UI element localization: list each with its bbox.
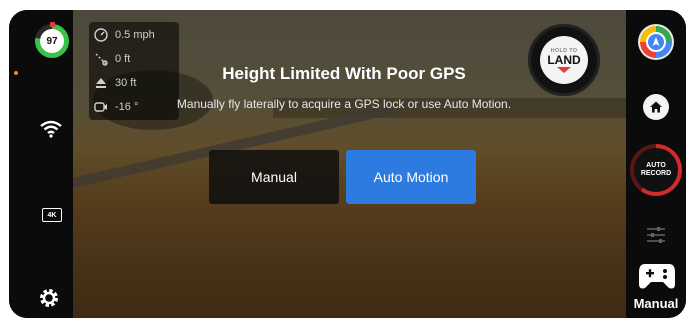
land-label: LAND [547,52,581,67]
telemetry-speed: 0.5 mph [93,26,155,44]
telemetry-distance: 0 ft [93,50,130,68]
flight-mode-label: Manual [633,296,679,311]
gear-icon[interactable] [39,288,59,313]
manual-button[interactable]: Manual [209,150,339,204]
battery-ring-icon[interactable]: 97 [35,22,69,58]
altitude-value: 30 ft [115,77,137,89]
sliders-icon[interactable] [645,224,667,251]
hold-to-land-button[interactable]: HOLD TO LAND [528,24,600,96]
battery-percent: 97 [40,29,64,53]
camera-4k-icon[interactable]: 4K [42,208,62,222]
status-dot [14,71,18,75]
app-frame: 97 4K 0.5 mph 0 ft 30 ft -16 ° HOLD TO L… [9,10,686,318]
altitude-icon [93,75,109,91]
gamepad-icon[interactable] [637,260,677,297]
speedometer-icon [93,27,109,43]
battery-warning-tick [50,22,55,27]
home-icon [650,101,662,113]
auto-motion-button[interactable]: Auto Motion [346,150,476,204]
wifi-icon[interactable] [40,120,62,143]
auto-record-label: AUTO RECORD [634,148,678,192]
auto-record-line1: AUTO [646,162,666,169]
dialog-message: Manually fly laterally to acquire a GPS … [176,97,512,111]
chevron-down-icon [557,66,571,73]
distance-icon [93,51,109,67]
gimbal-icon [93,99,109,115]
tilt-value: -16 ° [115,101,139,113]
distance-value: 0 ft [115,53,131,65]
telemetry-altitude: 30 ft [93,74,136,92]
home-button[interactable] [643,94,669,120]
speed-value: 0.5 mph [115,29,155,41]
left-toolbar: 97 4K [9,10,73,318]
auto-record-button[interactable]: AUTO RECORD [630,144,682,196]
auto-record-line2: RECORD [640,170,672,177]
telemetry-tilt: -16 ° [93,98,138,116]
maps-icon[interactable] [638,24,674,60]
dialog-title: Height Limited With Poor GPS [222,64,466,83]
